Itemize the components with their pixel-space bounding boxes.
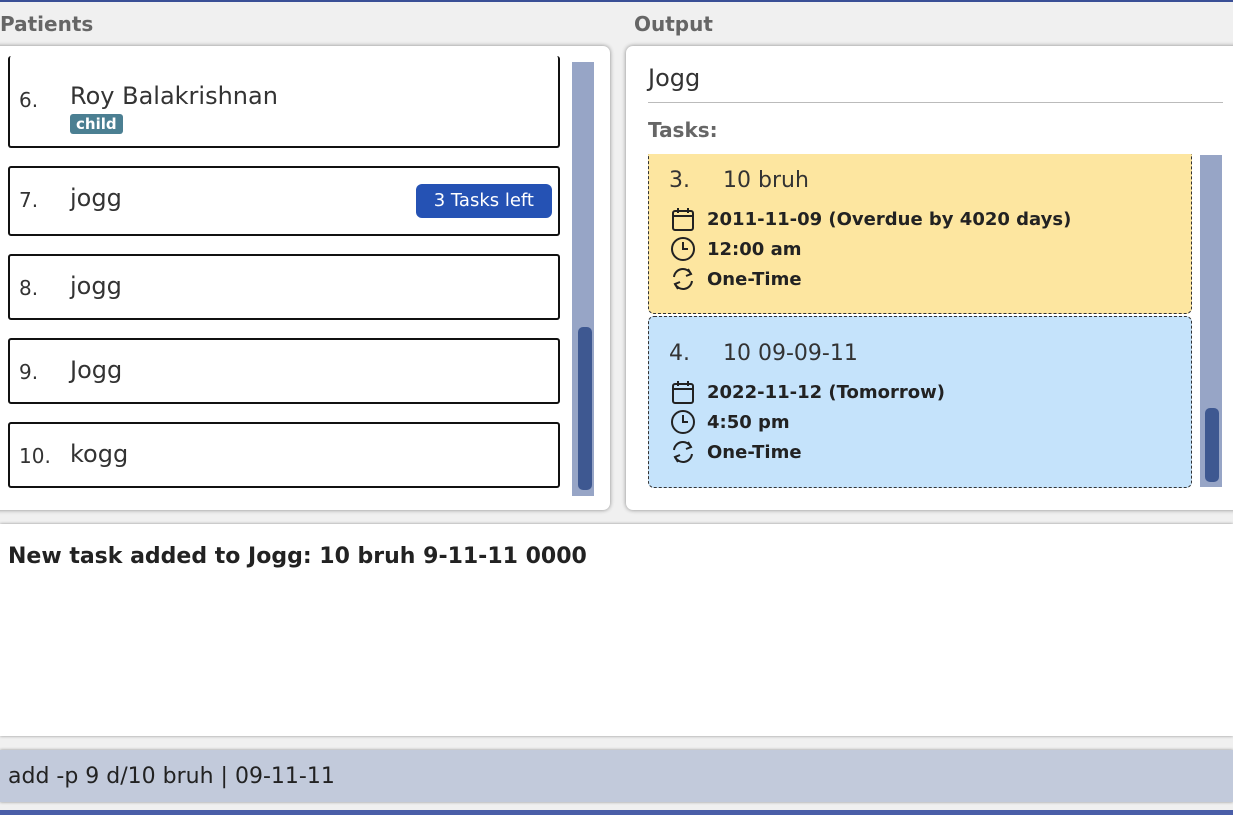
task-recurrence: One-Time bbox=[707, 268, 802, 290]
patient-name: Jogg bbox=[70, 356, 123, 384]
calendar-icon bbox=[672, 381, 694, 404]
patient-index: 7. bbox=[19, 188, 39, 212]
patient-card[interactable]: 9. Jogg bbox=[8, 338, 560, 404]
task-date: 2011-11-09 (Overdue by 4020 days) bbox=[707, 208, 1072, 230]
clock-icon bbox=[671, 237, 695, 261]
patient-index: 10. bbox=[19, 444, 51, 468]
command-box bbox=[0, 750, 1233, 802]
patient-index: 9. bbox=[19, 360, 39, 384]
task-time: 4:50 pm bbox=[707, 411, 790, 433]
output-panel: Jogg Tasks: 3. 10 bruh 2011-11-09 (Overdu… bbox=[626, 46, 1233, 510]
divider bbox=[648, 102, 1223, 103]
command-input[interactable] bbox=[0, 750, 1233, 802]
task-number: 4. bbox=[669, 341, 690, 366]
patient-name: jogg bbox=[70, 272, 122, 300]
result-display: New task added to Jogg: 10 bruh 9-11-11 … bbox=[0, 524, 1233, 736]
task-date-row: 2011-11-09 (Overdue by 4020 days) bbox=[669, 204, 1071, 234]
tasks-label: Tasks: bbox=[648, 118, 718, 142]
task-date: 2022-11-12 (Tomorrow) bbox=[707, 381, 945, 403]
task-header: 3. 10 bruh bbox=[669, 168, 809, 193]
repeat-icon bbox=[673, 268, 693, 290]
output-label: Output bbox=[634, 12, 713, 36]
task-header: 4. 10 09-09-11 bbox=[669, 341, 858, 366]
task-recurrence: One-Time bbox=[707, 441, 802, 463]
task-time-row: 4:50 pm bbox=[669, 407, 790, 437]
task-title: 10 09-09-11 bbox=[723, 341, 858, 366]
calendar-icon bbox=[672, 208, 694, 231]
task-card[interactable]: 3. 10 bruh 2011-11-09 (Overdue by 4020 da… bbox=[648, 154, 1192, 314]
task-list: 3. 10 bruh 2011-11-09 (Overdue by 4020 da… bbox=[648, 154, 1194, 488]
patient-list-panel: 6. Roy Balakrishnan child 7. jogg 3 Task… bbox=[0, 46, 610, 510]
task-date-row: 2022-11-12 (Tomorrow) bbox=[669, 377, 945, 407]
task-card[interactable]: 4. 10 09-09-11 2022-11-12 (Tomorrow) 4:50… bbox=[648, 316, 1192, 488]
patient-list-scrollbar[interactable] bbox=[572, 62, 594, 496]
patient-card[interactable]: 10. kogg bbox=[8, 422, 560, 488]
tasks-left-badge: 3 Tasks left bbox=[415, 184, 552, 218]
patient-name: jogg bbox=[70, 184, 122, 212]
patient-index: 8. bbox=[19, 276, 39, 300]
repeat-icon bbox=[673, 441, 693, 463]
patient-name: Roy Balakrishnan bbox=[70, 82, 278, 110]
patients-label: Patients bbox=[0, 12, 94, 36]
patient-index: 6. bbox=[19, 88, 39, 112]
task-time-row: 12:00 am bbox=[669, 234, 801, 264]
task-time: 12:00 am bbox=[707, 238, 802, 260]
task-title: 10 bruh bbox=[723, 168, 809, 193]
task-list-scroll-thumb[interactable] bbox=[1205, 408, 1219, 482]
task-number: 3. bbox=[669, 168, 690, 193]
patient-tag: child bbox=[70, 114, 123, 134]
task-recurrence-row: One-Time bbox=[669, 437, 802, 467]
patient-card[interactable]: 7. jogg 3 Tasks left bbox=[8, 166, 560, 236]
output-title: Jogg bbox=[648, 64, 701, 92]
patient-name: kogg bbox=[70, 440, 129, 468]
patient-list-scroll-thumb[interactable] bbox=[578, 327, 592, 490]
result-message: New task added to Jogg: 10 bruh 9-11-11 … bbox=[8, 544, 587, 569]
window-bottom-border bbox=[0, 810, 1233, 815]
patient-card[interactable]: 6. Roy Balakrishnan child bbox=[8, 56, 560, 148]
task-recurrence-row: One-Time bbox=[669, 264, 802, 294]
task-list-scrollbar[interactable] bbox=[1200, 155, 1222, 487]
window-top-border bbox=[0, 0, 1233, 2]
clock-icon bbox=[671, 410, 695, 434]
patient-card[interactable]: 8. jogg bbox=[8, 254, 560, 320]
